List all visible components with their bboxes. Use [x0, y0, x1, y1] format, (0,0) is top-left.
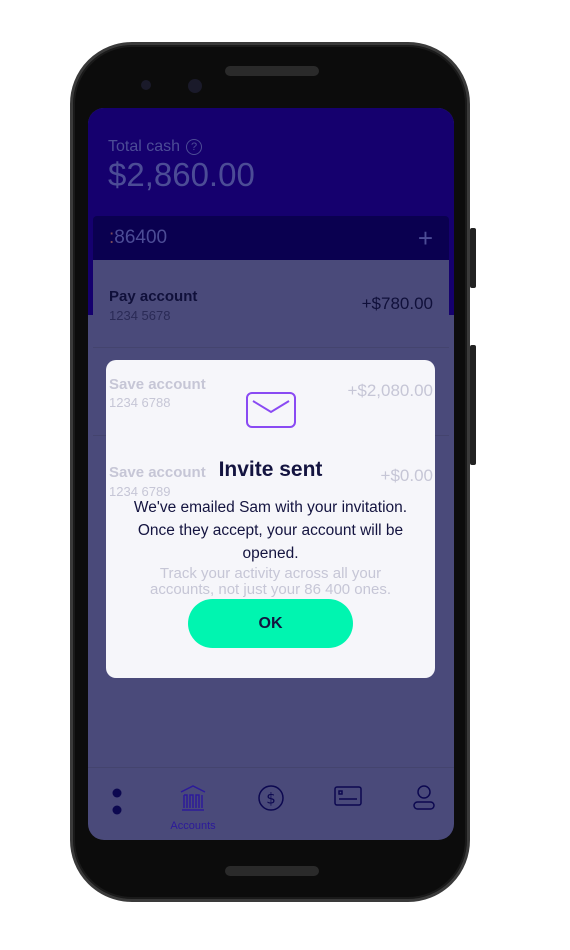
more-dots-icon: [112, 788, 122, 815]
accounts-card-header: :86400 +: [93, 216, 449, 260]
account-name-behind-dialog: Save account: [109, 376, 206, 393]
bottom-nav: $ Accounts: [88, 767, 454, 840]
total-cash-label: Total cash?: [108, 138, 203, 156]
nav-profile[interactable]: [404, 784, 444, 816]
brand-logo: :86400: [109, 227, 168, 248]
svg-text:$: $: [266, 790, 276, 808]
add-account-button[interactable]: +: [418, 223, 433, 254]
nav-accounts[interactable]: [173, 784, 213, 816]
bank-icon: [180, 785, 206, 811]
top-speaker: [225, 66, 319, 76]
card-icon: [334, 786, 362, 806]
camera: [141, 80, 151, 90]
account-number-behind-dialog: 1234 6788: [109, 395, 171, 410]
nav-accounts-label: Accounts: [170, 820, 216, 832]
camera: [188, 79, 202, 93]
dollar-icon: $: [258, 785, 284, 811]
nav-cards[interactable]: [328, 784, 368, 816]
bottom-speaker: [225, 866, 319, 876]
power-button: [470, 228, 476, 288]
dialog-title: Invite sent: [218, 458, 323, 481]
account-amount-behind-dialog: +$2,080.00: [347, 381, 433, 400]
profile-icon: [413, 785, 435, 810]
ok-button[interactable]: OK: [188, 599, 353, 648]
track-activity-text: Track your activity across all your acco…: [150, 565, 391, 598]
invite-sent-dialog: Save account 1234 6788 +$2,080.00 Save a…: [106, 360, 435, 678]
nav-menu[interactable]: [97, 784, 137, 816]
nav-payments[interactable]: $: [251, 784, 291, 816]
account-row[interactable]: Pay account 1234 5678 +$780.00: [93, 260, 449, 348]
help-icon[interactable]: ?: [186, 139, 203, 155]
dialog-message: We've emailed Sam with your invitation. …: [133, 499, 408, 562]
volume-button: [470, 345, 476, 465]
envelope-icon: [246, 392, 296, 428]
total-cash-value: $2,860.00: [108, 156, 255, 193]
